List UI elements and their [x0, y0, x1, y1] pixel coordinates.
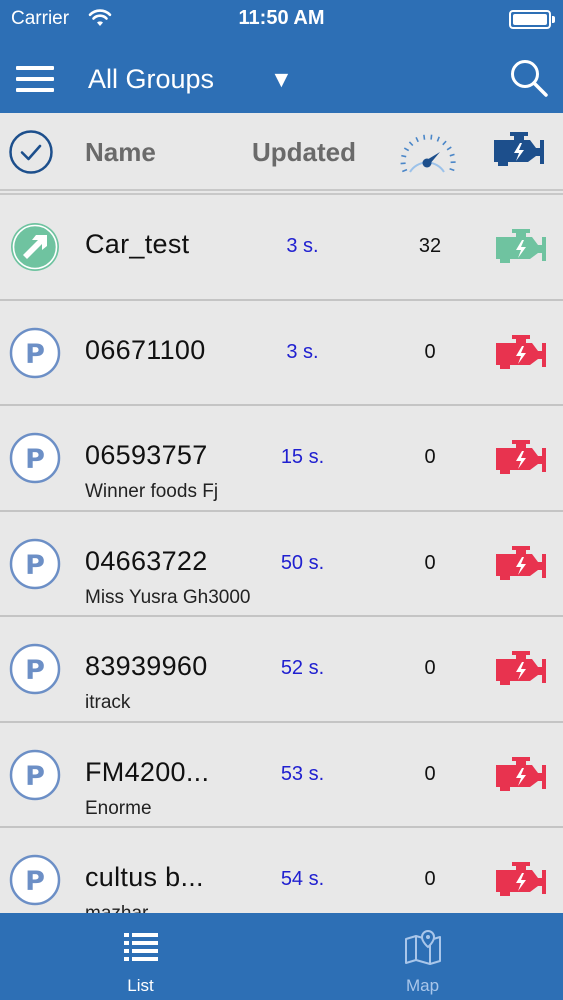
tab-bar: List Map: [0, 913, 563, 1000]
vehicle-updated: 50 s.: [280, 551, 325, 574]
search-icon[interactable]: [509, 58, 549, 98]
vehicle-updated: 52 s.: [280, 657, 325, 679]
vehicle-subtitle: Enorme: [85, 797, 152, 819]
vehicle-row[interactable]: P 06593757 Winner foods Fj 15 s. 0: [0, 406, 563, 512]
engine-status-icon: [496, 651, 546, 685]
vehicle-updated: 53 s.: [280, 762, 325, 785]
parked-status-icon: P: [9, 327, 61, 378]
svg-text:P: P: [25, 866, 45, 897]
vehicle-name: 04663722: [85, 545, 208, 576]
column-name-header[interactable]: Name: [85, 137, 156, 168]
vehicle-name: cultus b...: [85, 862, 204, 892]
engine-status-icon: [496, 545, 546, 580]
tab-list-label: List: [127, 976, 154, 995]
vehicle-speed: 0: [424, 657, 436, 679]
engine-status-header-icon[interactable]: [490, 129, 546, 171]
list-icon: [123, 933, 158, 961]
vehicle-name: Car_test: [85, 229, 190, 259]
vehicle-name: 06593757: [85, 440, 208, 470]
status-bar: Carrier 11:50 AM: [0, 0, 563, 40]
menu-icon[interactable]: [16, 66, 54, 92]
vehicle-speed: 0: [424, 868, 436, 890]
svg-text:P: P: [25, 339, 45, 370]
vehicle-speed: 0: [424, 340, 436, 363]
vehicle-row[interactable]: P 04663722 Miss Yusra Gh3000 50 s. 0: [0, 511, 563, 617]
group-selector-title[interactable]: All Groups: [88, 64, 214, 95]
vehicle-updated: 15 s.: [280, 446, 325, 468]
svg-text:P: P: [25, 761, 45, 792]
svg-text:P: P: [25, 444, 45, 475]
vehicle-subtitle: Winner foods Fj: [85, 481, 219, 502]
vehicle-speed: 0: [424, 551, 436, 574]
engine-status-icon: [496, 756, 546, 791]
engine-status-icon: [496, 440, 546, 474]
vehicle-name: FM4200...: [85, 756, 210, 787]
engine-status-icon: [496, 334, 546, 369]
nav-bar: All Groups ▼: [0, 40, 563, 113]
tab-map-label: Map: [405, 976, 440, 995]
map-icon: [404, 929, 441, 965]
clock: 11:50 AM: [238, 7, 325, 29]
tab-map[interactable]: Map: [282, 913, 563, 1000]
vehicle-updated: 3 s.: [286, 340, 319, 363]
svg-text:P: P: [25, 550, 45, 581]
vehicle-subtitle: Miss Yusra Gh3000: [85, 586, 251, 608]
battery-icon: [509, 10, 555, 29]
tab-list[interactable]: List: [0, 913, 281, 1000]
parked-status-icon: P: [9, 854, 61, 906]
vehicle-name: 06671100: [85, 334, 206, 365]
vehicle-row[interactable]: Car_test 3 s. 32: [0, 195, 563, 301]
vehicle-updated: 54 s.: [280, 868, 325, 890]
column-header: Name Updated: [0, 113, 563, 191]
svg-text:P: P: [25, 655, 45, 686]
vehicle-row[interactable]: P 83939960 itrack 52 s. 0: [0, 617, 563, 723]
engine-status-icon: [496, 229, 546, 263]
select-all-checkmark-icon[interactable]: [8, 129, 54, 175]
moving-status-icon: [11, 223, 59, 271]
vehicle-row[interactable]: P cultus b... mazhar 54 s. 0: [0, 828, 563, 913]
vehicle-updated: 3 s.: [286, 235, 319, 257]
vehicle-speed: 0: [424, 762, 436, 785]
vehicle-subtitle: itrack: [85, 692, 131, 713]
engine-status-icon: [496, 862, 546, 896]
parked-status-icon: P: [9, 538, 61, 589]
vehicle-speed: 0: [424, 446, 436, 468]
dropdown-caret-icon[interactable]: ▼: [270, 66, 293, 93]
vehicle-subtitle: mazhar: [85, 903, 148, 913]
speedometer-icon[interactable]: [398, 125, 456, 183]
parked-status-icon: P: [9, 643, 61, 695]
vehicle-list[interactable]: Car_test 3 s. 32 P 06671100 3 s. 0 P 0659375…: [0, 191, 563, 913]
parked-status-icon: P: [9, 432, 61, 484]
vehicle-name: 83939960: [85, 651, 208, 681]
parked-status-icon: P: [9, 749, 61, 800]
column-updated-header[interactable]: Updated: [252, 137, 356, 168]
vehicle-row[interactable]: P 06671100 3 s. 0: [0, 300, 563, 406]
vehicle-speed: 32: [418, 235, 442, 257]
vehicle-row[interactable]: P FM4200... Enorme 53 s. 0: [0, 722, 563, 828]
